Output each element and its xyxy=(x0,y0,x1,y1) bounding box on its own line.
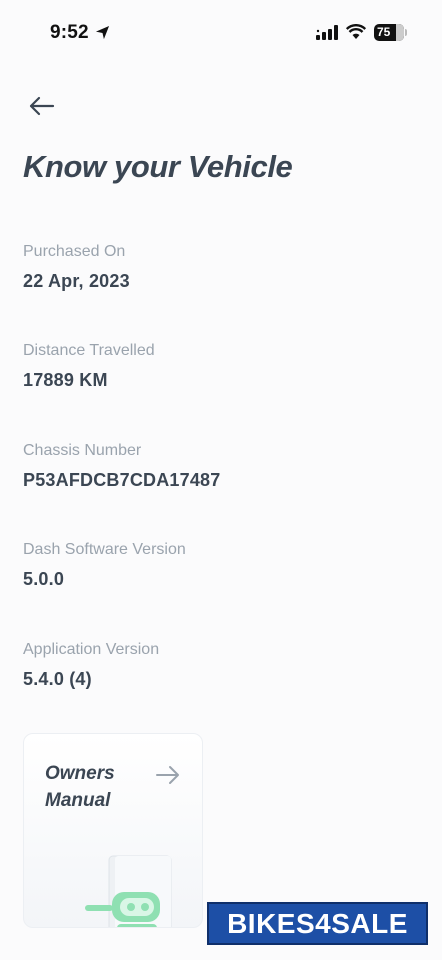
info-value: 5.4.0 (4) xyxy=(23,669,92,689)
info-value: 22 Apr, 2023 xyxy=(23,271,130,291)
page-title: Know your Vehicle xyxy=(23,149,293,184)
info-item-chassis-number: Chassis Number P53AFDCB7CDA17487 xyxy=(23,442,220,491)
arrow-left-icon xyxy=(29,96,55,116)
battery-empty-segment xyxy=(396,24,404,41)
wifi-icon xyxy=(346,24,366,39)
owners-manual-title: Owners Manual xyxy=(45,763,115,811)
status-time: 9:52 xyxy=(50,22,89,43)
info-label: Dash Software Version xyxy=(23,541,186,558)
info-label: Purchased On xyxy=(23,243,126,260)
info-item-distance-travelled: Distance Travelled 17889 KM xyxy=(23,342,155,391)
info-item-application-version: Application Version 5.4.0 (4) xyxy=(23,641,159,690)
manual-robot-illustration xyxy=(85,855,172,927)
info-label: Application Version xyxy=(23,641,160,658)
bottom-area xyxy=(0,928,207,960)
info-item-purchased-on: Purchased On 22 Apr, 2023 xyxy=(23,243,130,292)
info-label: Chassis Number xyxy=(23,442,142,459)
info-value: 17889 KM xyxy=(23,370,108,390)
info-item-dash-software-version: Dash Software Version 5.0.0 xyxy=(23,541,186,590)
back-button[interactable] xyxy=(26,92,58,120)
info-value: P53AFDCB7CDA17487 xyxy=(23,470,221,490)
status-bar: 9:52 75 xyxy=(0,0,442,66)
battery-level-text: 75 xyxy=(377,25,391,39)
cellular-signal-icon xyxy=(316,25,338,40)
info-label: Distance Travelled xyxy=(23,342,155,359)
watermark-text: BIKES4SALE xyxy=(227,907,408,939)
arrow-right-icon xyxy=(156,766,179,784)
location-arrow-icon xyxy=(95,25,110,40)
watermark-logo: BIKES4SALE xyxy=(207,902,428,945)
owners-manual-card[interactable]: Owners Manual xyxy=(23,733,203,928)
battery-icon: 75 xyxy=(374,24,407,41)
know-your-vehicle-screen: 9:52 75 Know your Vehicle Purchased On 2… xyxy=(0,0,442,960)
info-value: 5.0.0 xyxy=(23,569,65,589)
